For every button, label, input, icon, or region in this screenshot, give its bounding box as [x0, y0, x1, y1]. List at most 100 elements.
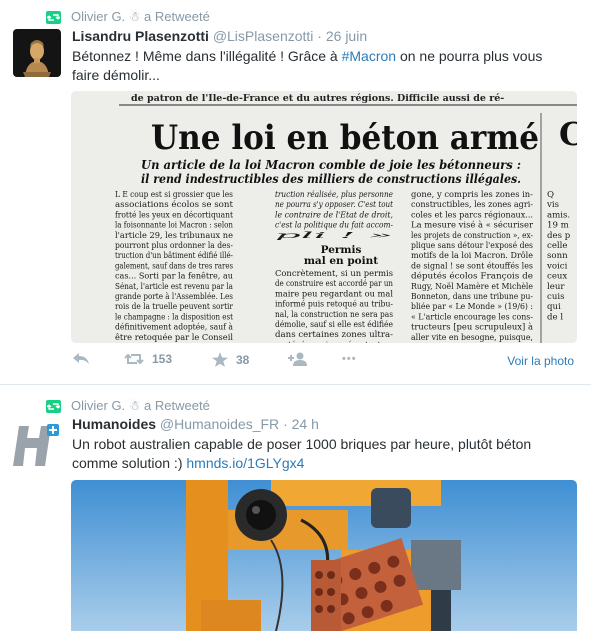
- retweeted-by-text: Olivier G. ☃ a Retweeté: [71, 9, 210, 24]
- newspaper-text-line: Rugy, Noël Mamère et Michèle: [411, 281, 533, 292]
- newspaper-text-line: constructibles, les zones agri-: [411, 200, 533, 210]
- newspaper-text-line: de l: [547, 312, 563, 322]
- timestamp[interactable]: 24 h: [292, 416, 319, 432]
- newspaper-text-line: maire peu regardant ou mal: [275, 289, 393, 299]
- newspaper-clipping: de patron de l'Ile-de-France et du autre…: [71, 91, 577, 343]
- tweet[interactable]: Olivier G. ☃ a Retweeté Humanoides @Huma…: [0, 386, 591, 631]
- newspaper-text-line: qui: [547, 302, 561, 312]
- newspaper-text-line: frotté les yeux en décortiquant: [115, 209, 233, 220]
- avatar[interactable]: [13, 29, 61, 77]
- newspaper-text-line: ne pourra s'y opposer. C'est tout: [275, 200, 393, 210]
- reply-icon: [73, 353, 89, 364]
- newspaper-text-line: Q: [547, 190, 554, 200]
- tweet-text: Un robot australien capable de poser 100…: [72, 435, 572, 473]
- newspaper-text-line: plique sans détour l'exposé des: [411, 240, 533, 251]
- newspaper-text-line: démolie, sauf si elle est édifiée: [275, 319, 393, 330]
- newspaper-text-line: L E coup est si grossier que les: [115, 190, 233, 200]
- newspaper-text-line: nal, la construction ne sera pas: [275, 310, 393, 320]
- photo-brick-robot[interactable]: [71, 480, 577, 631]
- newspaper-text-line: une fois la construction achevée,: [411, 342, 533, 343]
- newspaper-text-line: « L'article encourage les cons-: [411, 312, 533, 322]
- newspaper-text-line: informé puis retoqué au tribu-: [275, 299, 393, 310]
- retweet-icon: [46, 10, 61, 24]
- newspaper-column-1: L E coup est si grossier que lesassociat…: [115, 190, 234, 343]
- newspaper-subheadline-2: il rend indestructibles des milliers de …: [141, 172, 521, 186]
- more-button[interactable]: •••: [342, 353, 357, 365]
- newspaper-text-line: le contraire de l'Etat de droit,: [275, 210, 393, 220]
- star-icon: [212, 352, 228, 367]
- brick-laying-robot-photo: [71, 480, 577, 631]
- newspaper-text-line: dans certaines zones ultra-: [275, 330, 393, 340]
- newspaper-subheadline-1: Un article de la loi Macron comble de jo…: [141, 158, 521, 172]
- retweet-button[interactable]: 153: [124, 352, 172, 366]
- newspaper-text-line: gone, y compris les zones in-: [411, 190, 533, 200]
- photo-newspaper-clipping[interactable]: de patron de l'Ile-de-France et du autre…: [71, 91, 577, 343]
- newspaper-text-line: grande porte à l'Assemblée. Les: [115, 291, 233, 302]
- fullname[interactable]: Humanoides: [72, 416, 156, 432]
- newspaper-text-line: rois de la truelle peuvent sortir: [115, 302, 234, 312]
- tweet-actions: 153 38 ••• Voir la photo: [72, 352, 582, 374]
- tweet-header: Lisandru Plasenzotti @LisPlasenzotti · 2…: [72, 28, 367, 44]
- tweet-header: Humanoides @Humanoides_FR · 24 h: [72, 416, 319, 432]
- timestamp[interactable]: 26 juin: [326, 28, 367, 44]
- retweet-icon: [124, 353, 144, 365]
- newspaper-text-line: c'est la politique du fait accom-: [275, 221, 393, 231]
- newspaper-text-line: vis: [546, 200, 559, 210]
- newspaper-text-line: associations écolos se sont: [115, 199, 234, 210]
- newspaper-text-line: députés écolos François de: [411, 271, 533, 282]
- favorite-count: 38: [236, 352, 250, 367]
- reply-button[interactable]: [72, 352, 90, 366]
- newspaper-text-line: aller vite en besogne, puisque,: [411, 333, 533, 343]
- newspaper-text-line: Concrètement, si un permis: [275, 268, 393, 279]
- newspaper-text-line: être retoquée par le Conseil: [115, 332, 233, 343]
- add-user-icon: [288, 352, 307, 366]
- tweet-text-part: Bétonnez ! Même dans l'illégalité ! Grâc…: [72, 48, 342, 64]
- newspaper-text-line: des p: [547, 231, 571, 241]
- tweet-text: Bétonnez ! Même dans l'illégalité ! Grâc…: [72, 47, 572, 85]
- newspaper-text-line: le champagne : la disposition est: [115, 312, 233, 322]
- see-photo-link[interactable]: Voir la photo: [507, 354, 574, 368]
- newspaper-text-line: de signal ! se sont étouffés les: [411, 260, 533, 271]
- newspaper-text-line: la foisonnante loi Macron : selon: [115, 221, 233, 231]
- newspaper-text-line: truction d'un bâtiment édifié illé-: [115, 250, 233, 261]
- retweet-count: 153: [152, 352, 173, 366]
- newspaper-column-3: gone, y compris les zones in-constructib…: [411, 190, 534, 343]
- separator: ·: [283, 416, 288, 432]
- newspaper-text-line: protégées qui représentent un: [275, 339, 393, 343]
- newspaper-text-line: leur: [547, 282, 565, 292]
- newspaper-text-line: pourront plus ordonner la des-: [115, 241, 233, 251]
- tweet[interactable]: Olivier G. ☃ a Retweeté Lisandru Plasenz…: [0, 0, 591, 385]
- newspaper-text-line: cuis: [547, 292, 565, 302]
- avatar[interactable]: [13, 422, 61, 470]
- newspaper-text-line: coles et les parcs régionaux...: [411, 209, 533, 220]
- newspaper-text-line: bliée par « Le Monde » (19/6) :: [411, 301, 533, 312]
- newspaper-text-line: sonn: [547, 251, 568, 261]
- newspaper-text-line: 19 m: [547, 221, 569, 231]
- fullname[interactable]: Lisandru Plasenzotti: [72, 28, 209, 44]
- newspaper-side-letter: C: [559, 115, 577, 153]
- newspaper-text-line: motifs de la loi Macron. Drôle: [411, 250, 533, 261]
- follow-button[interactable]: [288, 352, 308, 366]
- newspaper-text-line: truction réalisée, plus personne: [275, 189, 393, 200]
- newspaper-text-line: ceux: [547, 272, 567, 282]
- username[interactable]: @LisPlasenzotti: [213, 28, 314, 44]
- newspaper-text-line: les projets de construction », ex-: [411, 231, 533, 241]
- newspaper-text-line: l'article 29, les tribunaux ne: [115, 231, 233, 241]
- newspaper-text-line: voici: [546, 261, 568, 271]
- retweeted-by-text: Olivier G. ☃ a Retweeté: [71, 398, 210, 413]
- retweet-context[interactable]: Olivier G. ☃ a Retweeté: [46, 398, 210, 414]
- newspaper-text-line: cas... Sorti par la fenêtre, au: [115, 271, 233, 282]
- favorite-button[interactable]: 38: [212, 352, 249, 367]
- more-icon: •••: [342, 353, 357, 365]
- tweet-link[interactable]: hmnds.io/1GLYgx4: [186, 455, 304, 471]
- newspaper-text-line: pli ! »: [275, 231, 393, 241]
- separator: ·: [317, 28, 322, 44]
- newspaper-top-line: de patron de l'Ile-de-France et du autre…: [131, 93, 504, 104]
- newspaper-text-line: tructeurs [peu scrupuleux] à: [411, 322, 533, 333]
- hashtag-link[interactable]: #Macron: [342, 48, 396, 64]
- retweet-context[interactable]: Olivier G. ☃ a Retweeté: [46, 9, 210, 25]
- newspaper-text-line: amis.: [547, 210, 570, 220]
- username[interactable]: @Humanoides_FR: [160, 416, 279, 432]
- newspaper-text-line: de construire est accordé par un: [275, 278, 393, 289]
- retweet-icon: [46, 399, 61, 413]
